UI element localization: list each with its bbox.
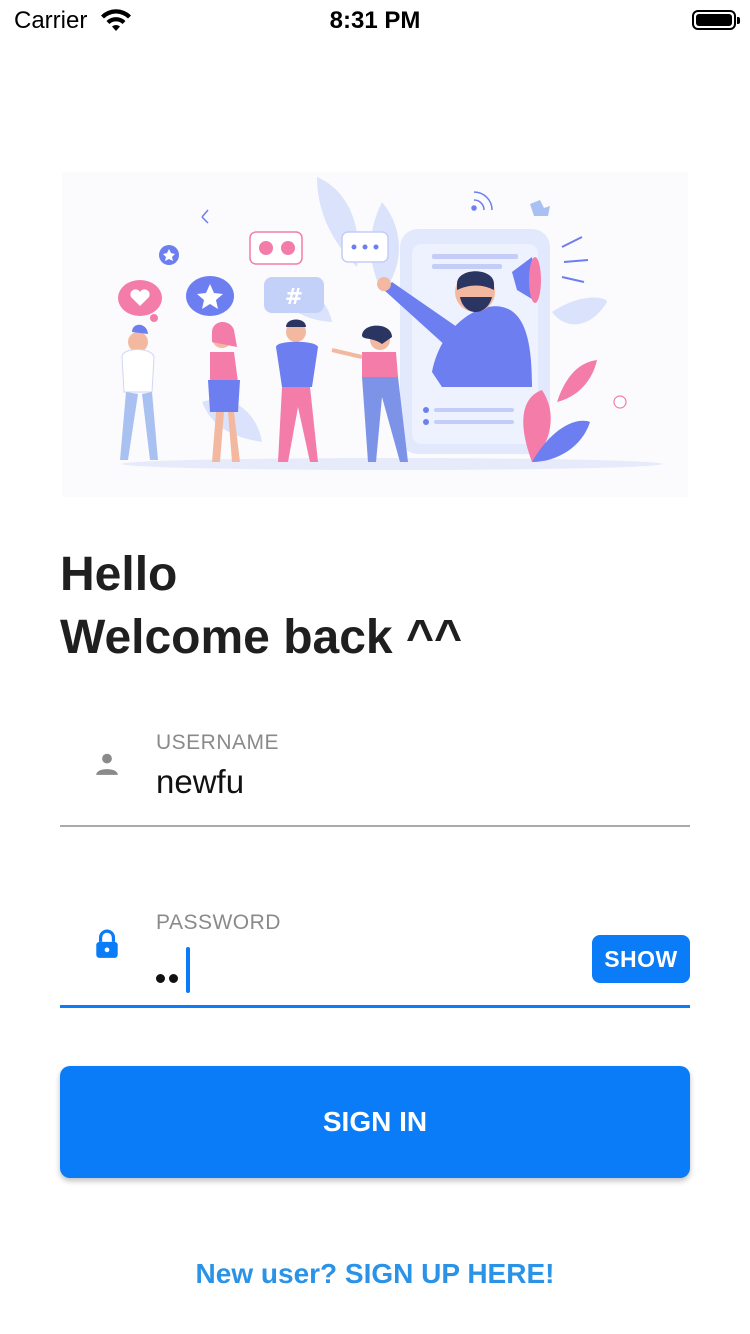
- status-bar: Carrier 8:31 PM: [0, 0, 750, 40]
- sign-in-button[interactable]: SIGN IN: [60, 1066, 690, 1178]
- emoji-bubble-icon: [249, 231, 303, 265]
- battery-level: [696, 14, 732, 26]
- greeting-line-hello: Hello: [60, 548, 178, 601]
- star-bubble-icon: [186, 276, 234, 316]
- battery-icon: [692, 10, 740, 30]
- password-label: PASSWORD: [156, 911, 281, 934]
- greeting: Hello Welcome back ^^: [60, 543, 462, 669]
- clock: 8:31 PM: [329, 7, 421, 34]
- svg-text:#: #: [285, 285, 303, 310]
- username-field[interactable]: USERNAME newfu: [60, 725, 690, 827]
- username-input[interactable]: newfu: [156, 763, 244, 801]
- chat-dots-bubble-icon: [341, 231, 389, 263]
- battery-nub: [737, 17, 740, 24]
- password-mask-dot: [169, 973, 178, 983]
- sign-up-link[interactable]: New user? SIGN UP HERE!: [0, 1258, 750, 1290]
- person-icon: [94, 751, 120, 782]
- password-input[interactable]: [156, 945, 190, 993]
- username-label: USERNAME: [156, 731, 280, 754]
- password-field[interactable]: PASSWORD SHOW: [60, 905, 690, 1008]
- password-mask-dot: [156, 973, 165, 983]
- text-cursor: [186, 947, 190, 993]
- show-password-button[interactable]: SHOW: [592, 935, 690, 983]
- hero-illustration: #: [62, 172, 688, 497]
- small-star-bubble-icon: [159, 245, 179, 265]
- greeting-line-welcome: Welcome back ^^: [60, 611, 462, 664]
- lock-icon: [94, 929, 120, 964]
- hashtag-bubble-icon: #: [264, 277, 324, 313]
